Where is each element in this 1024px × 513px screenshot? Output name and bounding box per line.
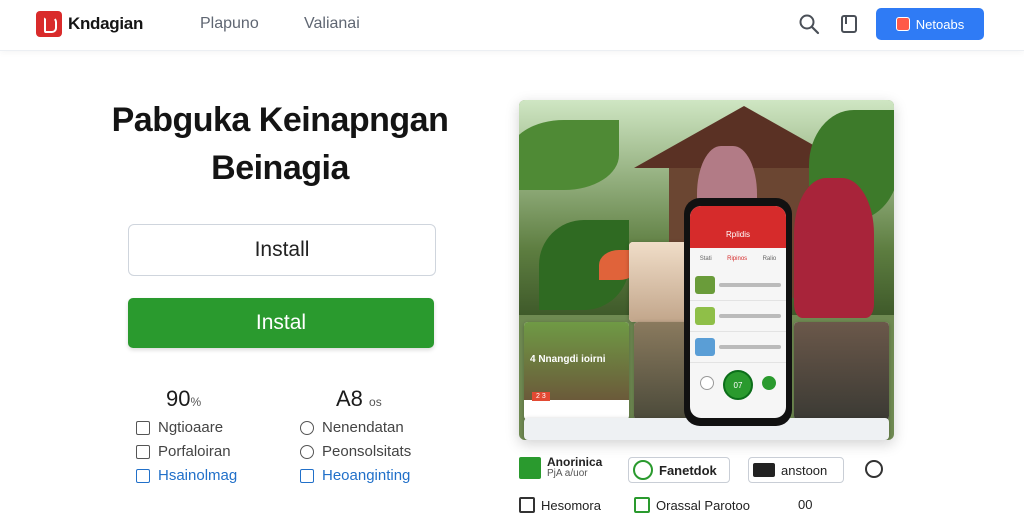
profile-card[interactable] — [629, 242, 691, 322]
phone-nav-dot[interactable] — [762, 376, 776, 390]
media-card-badge: 2 3 — [532, 392, 550, 401]
stat-downloads-unit: os — [369, 395, 382, 409]
media-card-right[interactable] — [794, 322, 889, 420]
phone-fab-button[interactable]: 07 — [723, 370, 753, 400]
feature-label-3: Porfaloiran — [158, 443, 231, 460]
image-icon — [300, 468, 314, 483]
row2-label-2: Orassal Parotoo — [656, 497, 750, 513]
search-icon — [633, 460, 653, 480]
media-card-title: 4 Nnangdi ioirni — [530, 354, 606, 365]
media-card-left[interactable]: 4 Nnangdi ioirni 2 3 — [524, 322, 629, 420]
app-icon — [895, 17, 910, 31]
top-header: Kndagian Plapuno Valianai Netoabs — [0, 0, 1024, 51]
bottom-row-2-item-3: 00 — [798, 497, 812, 512]
check-badge-icon — [753, 463, 775, 477]
list-item[interactable] — [690, 301, 786, 332]
stat-rating-unit: % — [190, 395, 202, 409]
phone-header: Rplidis — [690, 206, 786, 248]
info-icon[interactable] — [865, 460, 883, 478]
phone-tab-3[interactable]: Ralio — [763, 256, 777, 262]
bookmark-icon[interactable] — [837, 12, 861, 36]
title-line-2: Beinagia — [211, 149, 349, 187]
brand-logo[interactable]: Kndagian — [36, 11, 143, 37]
list-item[interactable] — [690, 332, 786, 363]
stat-downloads: A8 os — [336, 386, 382, 412]
phone-nav-dot[interactable] — [700, 376, 714, 390]
woman-figure — [794, 178, 874, 318]
feature-label-5: Hsainolmag — [158, 467, 238, 484]
chip1-label: Anorinica — [547, 455, 603, 469]
phone-tab-2[interactable]: Ripinos — [727, 256, 747, 262]
row2-label-3: 00 — [798, 497, 813, 512]
feature-item-1[interactable]: Ngtioaare — [136, 419, 223, 436]
document-icon — [136, 444, 150, 459]
feature-label-1: Ngtioaare — [158, 419, 224, 436]
edit-icon — [136, 468, 150, 483]
brand-name: Kndagian — [68, 14, 144, 33]
bottom-row-2-item-1[interactable]: Hesomora — [519, 497, 601, 513]
nav-link-1[interactable]: Plapuno — [200, 15, 259, 33]
feature-label-6: Heoanginting — [322, 467, 411, 484]
feature-item-4[interactable]: Peonsolsitats — [300, 443, 411, 460]
title-line-1: Pabguka Keinapngan — [111, 101, 449, 139]
chip2-label: Fanetdok — [659, 462, 717, 478]
chip1-sub: PjA a/uor — [547, 468, 588, 479]
logo-shield-icon — [36, 11, 62, 37]
thumb-icon — [300, 420, 314, 435]
search-icon[interactable] — [797, 12, 821, 36]
nav-link-2[interactable]: Valianai — [304, 15, 360, 33]
list-item[interactable] — [690, 270, 786, 301]
feature-label-4: Peonsolsitats — [322, 443, 412, 460]
hero-illustration: 4 Nnangdi ioirni 2 3 Rplidis Stati Ripin… — [519, 100, 894, 440]
phone-screen: Rplidis Stati Ripinos Ralio 07 — [690, 206, 786, 418]
bottom-chip-2[interactable]: Fanetdok — [628, 457, 730, 483]
grid-icon — [519, 497, 535, 513]
phone-tabs: Stati Ripinos Ralio — [690, 248, 786, 270]
phone-mockup: Rplidis Stati Ripinos Ralio 07 — [684, 198, 792, 426]
cta-label: Netoabs — [915, 16, 965, 32]
media-card-mid[interactable] — [634, 322, 689, 420]
feature-label-2: Nenendatan — [322, 419, 404, 436]
feature-item-3[interactable]: Porfaloiran — [136, 443, 231, 460]
stat-rating: 90% — [166, 386, 201, 412]
row2-label-1: Hesomora — [541, 497, 601, 513]
feature-item-5[interactable]: Hsainolmag — [136, 467, 237, 484]
doc-icon — [634, 497, 650, 513]
phone-tab-1[interactable]: Stati — [700, 256, 712, 262]
bottom-chip-1[interactable]: Anorinica PjA a/uor — [519, 456, 602, 480]
feature-item-2[interactable]: Nenendatan — [300, 419, 404, 436]
stat-rating-value: 90 — [166, 386, 191, 411]
bottom-chip-3[interactable]: anstoon — [748, 457, 844, 483]
install-outline-button[interactable]: Install — [128, 224, 436, 276]
flag-icon — [136, 420, 150, 435]
settings-icon — [300, 444, 314, 459]
stat-downloads-value: A8 — [336, 386, 363, 411]
feature-item-6[interactable]: Heoanginting — [300, 467, 410, 484]
install-primary-button[interactable]: Instal — [128, 298, 434, 348]
chip3-label: anstoon — [781, 462, 828, 478]
check-icon — [519, 457, 541, 479]
bottom-row-2-item-2[interactable]: Orassal Parotoo — [634, 497, 750, 513]
page-title: Pabguka Keinapngan Beinagia — [80, 96, 480, 192]
cta-button[interactable]: Netoabs — [876, 8, 984, 40]
